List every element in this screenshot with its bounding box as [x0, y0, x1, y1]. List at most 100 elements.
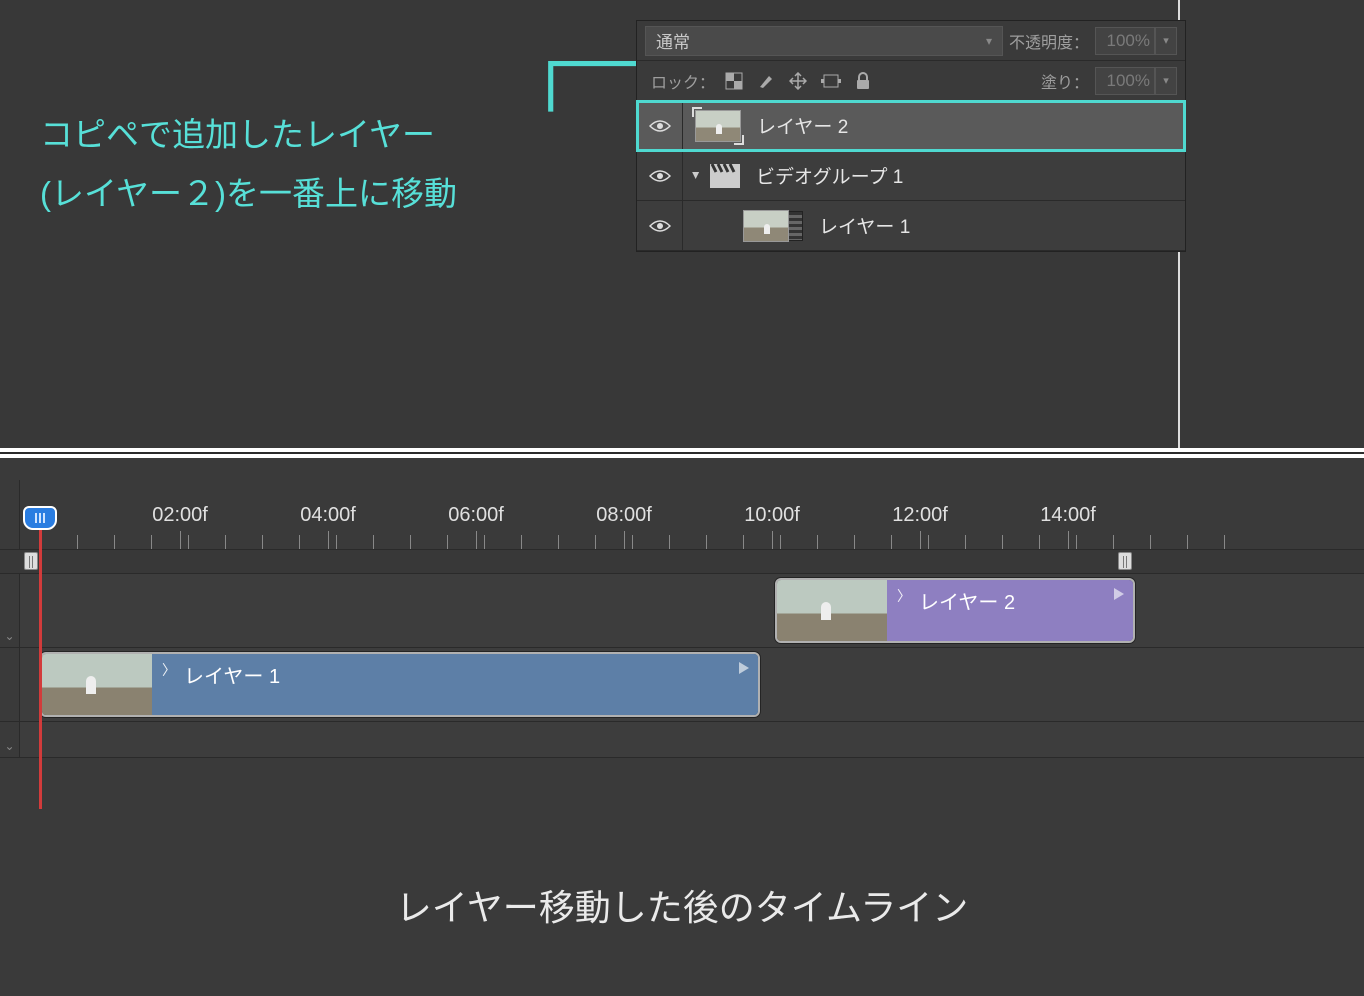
annotation-line2: (レイヤー２)を一番上に移動	[40, 164, 457, 223]
ruler-tick	[114, 535, 115, 549]
ruler-tick	[1039, 535, 1040, 549]
work-area-start-handle[interactable]	[24, 552, 38, 570]
timeline-clip-layer2[interactable]: 〉 レイヤー 2	[775, 578, 1135, 643]
work-area-bar[interactable]	[0, 550, 1364, 574]
playhead-line	[39, 526, 42, 809]
play-icon	[736, 660, 752, 676]
opacity-input[interactable]: 100%	[1095, 27, 1155, 55]
timeline-clip-layer1[interactable]: 〉 レイヤー 1	[40, 652, 760, 717]
ruler-tick	[632, 535, 633, 549]
track-gutter[interactable]	[0, 648, 20, 721]
ruler-tick-label: 10:00f	[744, 504, 800, 527]
layer-thumbnail	[743, 210, 789, 242]
annotation-line1: コピペで追加したレイヤー	[40, 105, 457, 164]
work-area-end-handle[interactable]	[1118, 552, 1132, 570]
ruler-tick	[151, 535, 152, 549]
ruler-tick	[558, 535, 559, 549]
clip-label: レイヤー 1	[184, 660, 280, 689]
layers-panel-lock-row: ロック： 塗り： 100% ▾	[637, 61, 1185, 101]
ruler-tick-label: 12:00f	[892, 504, 948, 527]
ruler-tick	[262, 535, 263, 549]
ruler-tick	[743, 535, 744, 549]
ruler-major-tick	[1068, 531, 1069, 549]
ruler-gutter	[0, 480, 20, 549]
ruler-tick	[1076, 535, 1077, 549]
lock-artboard-icon[interactable]	[821, 72, 841, 90]
ruler-tick	[410, 535, 411, 549]
layer-row-videogroup[interactable]: ▸ ビデオグループ 1	[637, 151, 1185, 201]
blend-mode-select[interactable]: 通常 ▾	[645, 26, 1003, 56]
expand-icon[interactable]: 〉	[162, 660, 176, 680]
layer-name: レイヤー 2	[757, 112, 848, 139]
lock-paint-icon[interactable]	[757, 72, 775, 90]
timeline-track[interactable]: 〉 レイヤー 1	[0, 648, 1364, 722]
opacity-dropdown-icon[interactable]: ▾	[1155, 27, 1177, 55]
ruler-tick-label: 04:00f	[300, 504, 356, 527]
layer-name: レイヤー 1	[819, 212, 910, 239]
layer-thumbnail	[695, 110, 741, 142]
clip-thumbnail	[42, 654, 152, 715]
timeline-track[interactable]: ⌄ 〉 レイヤー 2	[0, 574, 1364, 648]
ruler-tick	[484, 535, 485, 549]
ruler-tick	[1002, 535, 1003, 549]
ruler-tick	[447, 535, 448, 549]
timeline-track-empty[interactable]: ⌄	[0, 722, 1364, 758]
lock-position-icon[interactable]	[789, 72, 807, 90]
fill-dropdown-icon[interactable]: ▾	[1155, 67, 1177, 95]
layer-name: ビデオグループ 1	[756, 162, 903, 189]
ruler-tick-label: 14:00f	[1040, 504, 1096, 527]
ruler-tick	[780, 535, 781, 549]
ruler-tick	[669, 535, 670, 549]
panel-separator[interactable]	[0, 448, 1364, 458]
ruler-tick	[928, 535, 929, 549]
lock-label: ロック：	[651, 69, 715, 93]
clip-thumbnail	[777, 580, 887, 641]
fill-input[interactable]: 100%	[1095, 67, 1155, 95]
layer-row-layer2[interactable]: レイヤー 2	[637, 101, 1185, 151]
ruler-major-tick	[772, 531, 773, 549]
ruler-tick	[1224, 535, 1225, 549]
ruler-tick	[336, 535, 337, 549]
ruler-tick	[854, 535, 855, 549]
visibility-toggle-icon[interactable]	[649, 218, 671, 234]
expand-chevron-icon[interactable]: ▸	[688, 172, 705, 179]
ruler-tick	[706, 535, 707, 549]
playhead[interactable]	[23, 506, 57, 530]
ruler-major-tick	[328, 531, 329, 549]
ruler-major-tick	[920, 531, 921, 549]
ruler-major-tick	[624, 531, 625, 549]
lock-all-icon[interactable]	[855, 72, 871, 90]
lock-transparent-icon[interactable]	[725, 72, 743, 90]
ruler-tick-label: 06:00f	[448, 504, 504, 527]
video-group-icon	[710, 164, 740, 188]
ruler-tick	[77, 535, 78, 549]
ruler-tick	[891, 535, 892, 549]
ruler-major-tick	[180, 531, 181, 549]
ruler-tick-label: 08:00f	[596, 504, 652, 527]
ruler-tick	[225, 535, 226, 549]
layer-row-layer1[interactable]: レイヤー 1	[637, 201, 1185, 251]
video-badge-icon	[787, 211, 803, 241]
timeline-panel: 02:00f 04:00f 06:00f 08:00f 10:00f 12:00f 14:0…	[0, 480, 1364, 810]
track-gutter[interactable]: ⌄	[0, 722, 20, 757]
timeline-ruler[interactable]: 02:00f 04:00f 06:00f 08:00f 10:00f 12:00f 14:0…	[0, 480, 1364, 550]
ruler-tick	[299, 535, 300, 549]
ruler-tick	[1187, 535, 1188, 549]
visibility-toggle-icon[interactable]	[649, 168, 671, 184]
play-icon	[1111, 586, 1127, 602]
ruler-tick-label: 02:00f	[152, 504, 208, 527]
ruler-tick	[595, 535, 596, 549]
chevron-down-icon: ▾	[986, 34, 992, 48]
layers-panel-options-row: 通常 ▾ 不透明度： 100% ▾	[637, 21, 1185, 61]
ruler-tick	[1150, 535, 1151, 549]
track-gutter[interactable]: ⌄	[0, 574, 20, 647]
opacity-label: 不透明度：	[1009, 29, 1089, 53]
fill-label: 塗り：	[1041, 69, 1089, 93]
expand-icon[interactable]: 〉	[897, 586, 911, 606]
visibility-toggle-icon[interactable]	[649, 118, 671, 134]
ruler-tick	[188, 535, 189, 549]
ruler-major-tick	[476, 531, 477, 549]
clip-label: レイヤー 2	[919, 586, 1015, 615]
layers-panel: 通常 ▾ 不透明度： 100% ▾ ロック：	[636, 20, 1186, 252]
annotation-text: コピペで追加したレイヤー (レイヤー２)を一番上に移動	[40, 105, 457, 224]
